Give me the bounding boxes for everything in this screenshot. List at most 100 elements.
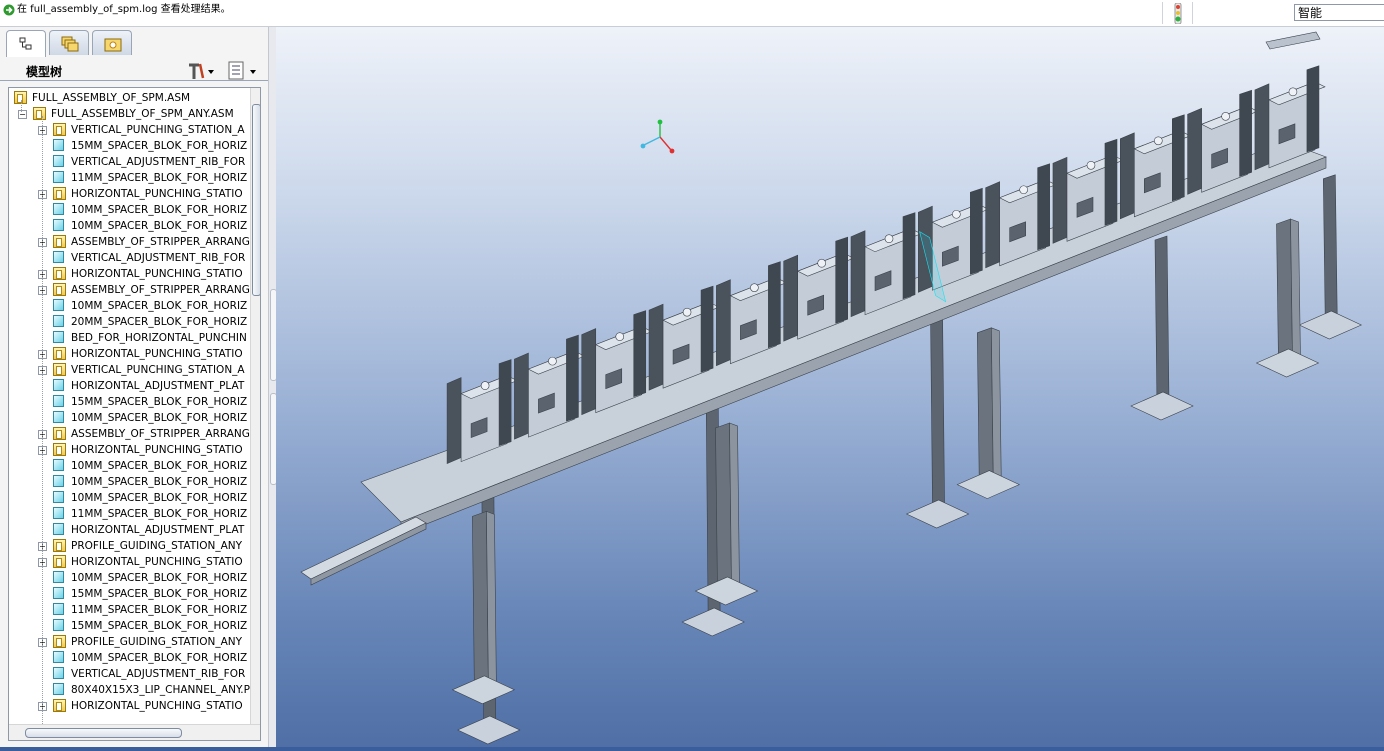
- tree-item[interactable]: 11MM_SPACER_BLOK_FOR_HORIZ: [9, 506, 249, 522]
- tree-item-label: 15MM_SPACER_BLOK_FOR_HORIZ: [71, 588, 248, 600]
- tree-item[interactable]: 10MM_SPACER_BLOK_FOR_HORIZ: [9, 298, 249, 314]
- tree-item[interactable]: 10MM_SPACER_BLOK_FOR_HORIZ: [9, 474, 249, 490]
- bed-leg-side: [1290, 218, 1301, 362]
- navigator-tabs: [6, 30, 266, 57]
- assembly-icon: [53, 123, 66, 136]
- station-bolt: [480, 381, 490, 390]
- settings-tools-icon[interactable]: [186, 60, 216, 82]
- scrollbar-thumb[interactable]: [25, 728, 182, 738]
- part-icon: [53, 299, 64, 311]
- tree-item-label: HORIZONTAL_PUNCHING_STATIO: [71, 556, 243, 568]
- message-bar: 在 full_assembly_of_spm.log 查看处理结果。 智能: [0, 0, 1384, 27]
- vertical-scrollbar[interactable]: [250, 88, 260, 724]
- part-icon: [53, 411, 64, 423]
- tree-item[interactable]: 10MM_SPACER_BLOK_FOR_HORIZ: [9, 570, 249, 586]
- part-icon: [53, 507, 64, 519]
- tree-item[interactable]: + PROFILE_GUIDING_STATION_ANY: [9, 634, 249, 650]
- tree-item[interactable]: + VERTICAL_PUNCHING_STATION_A: [9, 362, 249, 378]
- tree-item[interactable]: + PROFILE_GUIDING_STATION_ANY: [9, 538, 249, 554]
- graphics-viewport[interactable]: [276, 27, 1384, 747]
- leg-foot-plate: [694, 576, 759, 606]
- station-bolt: [1221, 112, 1230, 121]
- tree-item[interactable]: 10MM_SPACER_BLOK_FOR_HORIZ: [9, 650, 249, 666]
- window-bottom-edge: [0, 747, 1384, 751]
- part-icon: [53, 219, 64, 231]
- tree-item[interactable]: − FULL_ASSEMBLY_OF_SPM_ANY.ASM: [9, 106, 249, 122]
- tree-item[interactable]: 15MM_SPACER_BLOK_FOR_HORIZ: [9, 394, 249, 410]
- selection-filter-select[interactable]: 智能: [1294, 4, 1384, 21]
- tree-item[interactable]: + ASSEMBLY_OF_STRIPPER_ARRANG: [9, 426, 250, 442]
- tree-item[interactable]: + ASSEMBLY_OF_STRIPPER_ARRANG: [9, 234, 250, 250]
- bed-leg-side: [729, 422, 740, 590]
- tree-item[interactable]: 15MM_SPACER_BLOK_FOR_HORIZ: [9, 586, 249, 602]
- station-side-plate: [783, 254, 799, 342]
- station-rear-plate: [633, 310, 647, 398]
- station-side-plate: [850, 230, 866, 318]
- tree-item[interactable]: 10MM_SPACER_BLOK_FOR_HORIZ: [9, 218, 249, 234]
- station-side-plate: [1187, 107, 1202, 195]
- assembly-icon: [53, 699, 66, 712]
- tree-item[interactable]: + HORIZONTAL_PUNCHING_STATIO: [9, 346, 249, 362]
- assembly-icon: [53, 235, 66, 248]
- tree-item-label: VERTICAL_PUNCHING_STATION_A: [71, 124, 245, 136]
- collapse-icon[interactable]: −: [18, 110, 27, 119]
- spm-assembly-model[interactable]: [276, 27, 1384, 747]
- leg-foot-plate: [681, 607, 745, 637]
- tree-item[interactable]: 20MM_SPACER_BLOK_FOR_HORIZ: [9, 314, 249, 330]
- horizontal-scrollbar[interactable]: [9, 724, 260, 740]
- station-side-plate: [1254, 83, 1270, 171]
- tree-item-label: ASSEMBLY_OF_STRIPPER_ARRANG: [71, 236, 250, 248]
- tree-item[interactable]: 15MM_SPACER_BLOK_FOR_HORIZ: [9, 138, 249, 154]
- tree-item[interactable]: 10MM_SPACER_BLOK_FOR_HORIZ: [9, 458, 249, 474]
- tree-item[interactable]: 15MM_SPACER_BLOK_FOR_HORIZ: [9, 618, 249, 634]
- part-icon: [53, 491, 64, 503]
- tree-item[interactable]: 10MM_SPACER_BLOK_FOR_HORIZ: [9, 410, 249, 426]
- folders-icon: [61, 36, 79, 52]
- tree-item-label: 20MM_SPACER_BLOK_FOR_HORIZ: [71, 316, 248, 328]
- tree-guide-line: [42, 116, 43, 726]
- tree-item[interactable]: + HORIZONTAL_PUNCHING_STATIO: [9, 186, 249, 202]
- show-list-icon[interactable]: [227, 60, 259, 82]
- tree-item[interactable]: BED_FOR_HORIZONTAL_PUNCHIN: [9, 330, 249, 346]
- tree-item[interactable]: HORIZONTAL_ADJUSTMENT_PLAT: [9, 378, 249, 394]
- station-side-plate: [648, 303, 664, 391]
- part-icon: [53, 619, 64, 631]
- tree-item[interactable]: + HORIZONTAL_PUNCHING_STATIO: [9, 266, 249, 282]
- tree-item-label: FULL_ASSEMBLY_OF_SPM.ASM: [32, 92, 191, 104]
- assembly-icon: [53, 363, 66, 376]
- assembly-icon: [53, 539, 66, 552]
- arrow-right-icon: [3, 4, 15, 16]
- part-icon: [53, 139, 64, 151]
- tree-item[interactable]: + HORIZONTAL_PUNCHING_STATIO: [9, 698, 249, 714]
- tree-item[interactable]: + HORIZONTAL_PUNCHING_STATIO: [9, 442, 249, 458]
- model-tree-tab[interactable]: [6, 30, 46, 57]
- scrollbar-thumb[interactable]: [252, 104, 260, 296]
- tree-item[interactable]: HORIZONTAL_ADJUSTMENT_PLAT: [9, 522, 249, 538]
- bed-leg-side: [990, 327, 1002, 484]
- station-bolt: [884, 234, 894, 244]
- message-text[interactable]: 在 full_assembly_of_spm.log 查看处理结果。: [17, 4, 231, 16]
- tree-item[interactable]: + ASSEMBLY_OF_STRIPPER_ARRANG: [9, 282, 250, 298]
- tree-item[interactable]: + HORIZONTAL_PUNCHING_STATIO: [9, 554, 249, 570]
- favorites-tab[interactable]: [92, 30, 132, 55]
- tree-item[interactable]: VERTICAL_ADJUSTMENT_RIB_FOR: [9, 250, 249, 266]
- tree-item[interactable]: 10MM_SPACER_BLOK_FOR_HORIZ: [9, 202, 249, 218]
- station-rear-plate: [566, 334, 579, 422]
- tree-item[interactable]: FULL_ASSEMBLY_OF_SPM.ASM: [9, 90, 249, 106]
- tree-item[interactable]: 11MM_SPACER_BLOK_FOR_HORIZ: [9, 170, 249, 186]
- tree-item-label: 11MM_SPACER_BLOK_FOR_HORIZ: [71, 508, 248, 520]
- lip-channel-edge: [310, 522, 427, 586]
- tree-item[interactable]: VERTICAL_ADJUSTMENT_RIB_FOR: [9, 666, 249, 682]
- station-side-plate: [581, 328, 597, 416]
- tree-item-label: PROFILE_GUIDING_STATION_ANY: [71, 636, 243, 648]
- tree-item-label: 80X40X15X3_LIP_CHANNEL_ANY.P: [71, 684, 250, 696]
- traffic-light-icon[interactable]: [1172, 3, 1184, 24]
- tree-item[interactable]: 11MM_SPACER_BLOK_FOR_HORIZ: [9, 602, 249, 618]
- station-bolt: [952, 209, 961, 219]
- tree-item[interactable]: 10MM_SPACER_BLOK_FOR_HORIZ: [9, 490, 249, 506]
- tree-item[interactable]: VERTICAL_ADJUSTMENT_RIB_FOR: [9, 154, 249, 170]
- station-side-plate: [1052, 156, 1068, 244]
- tree-item[interactable]: 80X40X15X3_LIP_CHANNEL_ANY.P: [9, 682, 250, 698]
- layers-tab[interactable]: [49, 30, 89, 55]
- tree-item[interactable]: + VERTICAL_PUNCHING_STATION_A: [9, 122, 249, 138]
